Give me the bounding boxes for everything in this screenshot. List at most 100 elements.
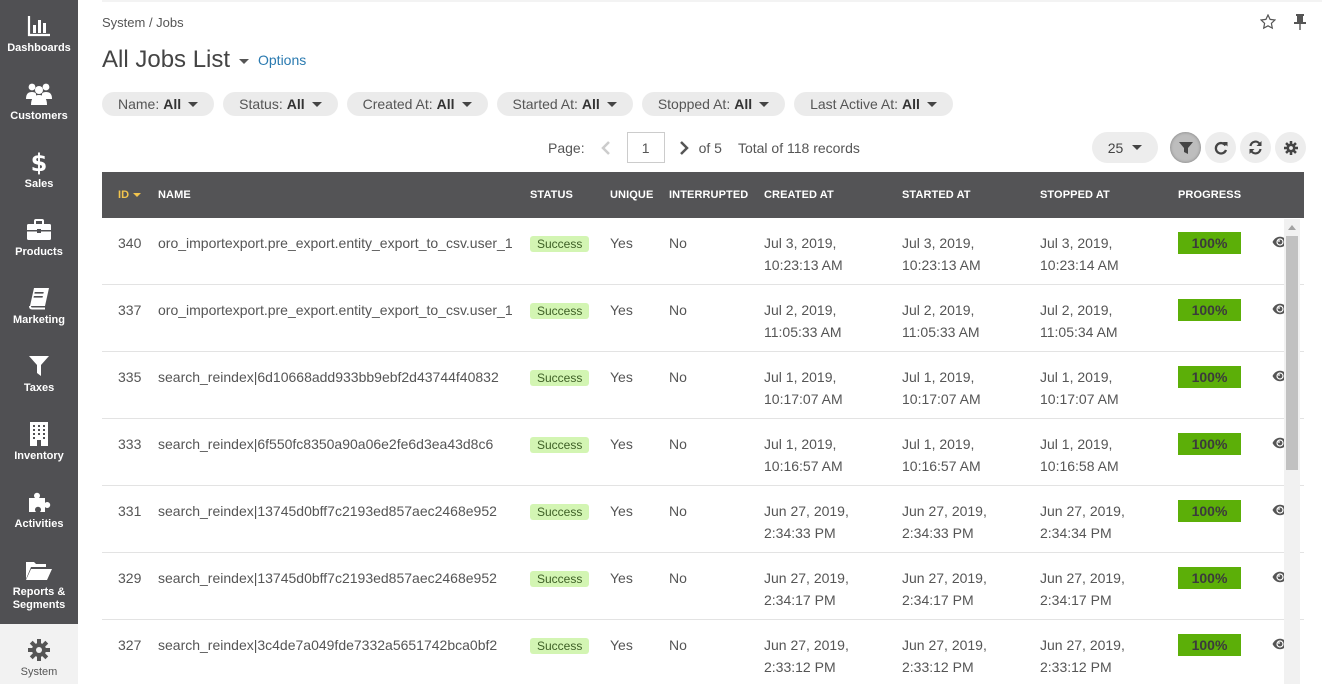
page-size-value: 25 (1107, 139, 1124, 156)
grid-settings-button[interactable] (1275, 132, 1306, 163)
table-row[interactable]: 329 search_reindex|13745d0bff7c2193ed857… (102, 553, 1304, 620)
filter-label: Status: (239, 96, 283, 112)
column-header-id[interactable]: ID (102, 189, 158, 201)
started-date: Jul 3, 2019, (902, 235, 975, 251)
options-link[interactable]: Options (258, 52, 306, 68)
sidebar-item-activities[interactable]: Activities (0, 476, 78, 544)
filter-icon (24, 352, 54, 380)
refresh-icon (1248, 140, 1263, 155)
cell-unique: Yes (610, 503, 633, 519)
cell-progress: 100% (1178, 567, 1262, 589)
cell-progress: 100% (1178, 634, 1262, 656)
table-row[interactable]: 331 search_reindex|13745d0bff7c2193ed857… (102, 486, 1304, 553)
cell-id: 331 (118, 503, 142, 519)
main-sidebar: Dashboards Customers $ Sales Products Ma… (0, 0, 78, 684)
cell-created-at: Jul 2, 2019, 11:05:33 AM (764, 299, 902, 343)
cell-unique: Yes (610, 436, 633, 452)
cell-progress: 100% (1178, 232, 1262, 254)
started-time: 10:16:57 AM (902, 458, 981, 474)
sidebar-item-marketing[interactable]: Marketing (0, 272, 78, 340)
sidebar-item-taxes[interactable]: Taxes (0, 340, 78, 408)
refresh-button[interactable] (1240, 132, 1271, 163)
page-title: All Jobs List (102, 46, 250, 74)
cell-name: oro_importexport.pre_export.entity_expor… (158, 302, 513, 318)
created-date: Jun 27, 2019, (764, 503, 849, 519)
table-row[interactable]: 340 oro_importexport.pre_export.entity_e… (102, 218, 1304, 285)
stopped-date: Jul 2, 2019, (1040, 302, 1113, 318)
sidebar-item-sales[interactable]: $ Sales (0, 136, 78, 204)
sidebar-item-products[interactable]: Products (0, 204, 78, 272)
created-date: Jul 3, 2019, (764, 235, 837, 251)
star-icon[interactable] (1260, 14, 1276, 30)
scrollbar-thumb[interactable] (1286, 236, 1298, 470)
filter-name[interactable]: Name: All (102, 92, 215, 116)
chevron-down-icon (606, 101, 617, 107)
cell-created-at: Jul 1, 2019, 10:17:07 AM (764, 366, 902, 410)
scroll-up-arrow-icon[interactable] (1284, 219, 1300, 235)
filter-toggle-button[interactable] (1170, 132, 1201, 163)
sidebar-item-customers[interactable]: Customers (0, 68, 78, 136)
column-header-created-at[interactable]: CREATED AT (764, 189, 902, 201)
created-time: 10:23:13 AM (764, 257, 843, 273)
created-date: Jul 2, 2019, (764, 302, 837, 318)
previous-page-icon[interactable] (600, 140, 615, 155)
column-header-started-at[interactable]: STARTED AT (902, 189, 1040, 201)
cell-interrupted: No (669, 436, 687, 452)
column-header-status[interactable]: STATUS (530, 189, 610, 201)
started-time: 2:34:33 PM (902, 525, 974, 541)
status-badge: Success (530, 638, 590, 654)
chevron-down-icon (1132, 145, 1143, 150)
column-header-stopped-at[interactable]: STOPPED AT (1040, 189, 1178, 201)
column-header-interrupted[interactable]: INTERRUPTED (669, 189, 764, 201)
sidebar-item-inventory[interactable]: Inventory (0, 408, 78, 476)
table-row[interactable]: 333 search_reindex|6f550fc8350a90a06e2fe… (102, 419, 1304, 486)
vertical-scrollbar[interactable] (1284, 219, 1300, 684)
cell-progress: 100% (1178, 299, 1262, 321)
stopped-time: 2:34:34 PM (1040, 525, 1112, 541)
stopped-date: Jul 3, 2019, (1040, 235, 1113, 251)
cell-stopped-at: Jun 27, 2019, 2:33:12 PM (1040, 634, 1178, 678)
filter-value: All (286, 96, 305, 112)
created-time: 11:05:33 AM (764, 324, 842, 340)
sidebar-item-dashboards[interactable]: Dashboards (0, 0, 78, 68)
stopped-time: 10:17:07 AM (1040, 391, 1119, 407)
column-header-name[interactable]: NAME (158, 189, 530, 201)
redo-icon (1214, 141, 1228, 155)
filter-created-at[interactable]: Created At: All (346, 92, 488, 116)
cell-id: 337 (118, 302, 142, 318)
stopped-time: 11:05:34 AM (1040, 324, 1118, 340)
cell-status: Success (530, 500, 610, 522)
page-number-input[interactable] (626, 132, 665, 163)
users-icon (24, 80, 54, 108)
top-divider (102, 0, 1322, 2)
filter-stopped-at[interactable]: Stopped At: All (641, 92, 786, 116)
sidebar-item-system[interactable]: System (0, 624, 78, 684)
sidebar-item-label: Marketing (13, 314, 65, 326)
cell-name: search_reindex|6f550fc8350a90a06e2fe6d3e… (158, 436, 494, 452)
filter-last-active-at[interactable]: Last Active At: All (794, 92, 953, 116)
reset-button[interactable] (1205, 132, 1236, 163)
folder-open-icon (24, 556, 54, 584)
cell-progress: 100% (1178, 433, 1262, 455)
cell-name: search_reindex|6d10668add933bb9ebf2d4374… (158, 369, 499, 385)
title-dropdown-caret-icon[interactable] (239, 59, 250, 64)
cell-started-at: Jul 1, 2019, 10:17:07 AM (902, 366, 1040, 410)
page-size-select[interactable]: 25 (1092, 132, 1158, 163)
filter-started-at[interactable]: Started At: All (496, 92, 633, 116)
next-page-icon[interactable] (679, 140, 693, 155)
filter-status[interactable]: Status: All (223, 92, 338, 116)
table-row[interactable]: 337 oro_importexport.pre_export.entity_e… (102, 285, 1304, 352)
sidebar-item-label: Customers (10, 110, 68, 122)
column-header-progress[interactable]: PROGRESS (1178, 189, 1262, 201)
cell-unique: Yes (610, 235, 633, 251)
sidebar-item-reports-segments[interactable]: Reports & Segments (0, 544, 78, 624)
cell-status: Success (530, 232, 610, 254)
pin-icon[interactable] (1292, 14, 1308, 30)
table-row[interactable]: 327 search_reindex|3c4de7a049fde7332a565… (102, 620, 1304, 684)
progress-bar: 100% (1178, 634, 1241, 656)
puzzle-icon (24, 488, 54, 516)
table-row[interactable]: 335 search_reindex|6d10668add933bb9ebf2d… (102, 352, 1304, 419)
breadcrumb: System / Jobs (102, 15, 184, 30)
column-header-unique[interactable]: UNIQUE (610, 189, 669, 201)
filter-value: All (734, 96, 753, 112)
